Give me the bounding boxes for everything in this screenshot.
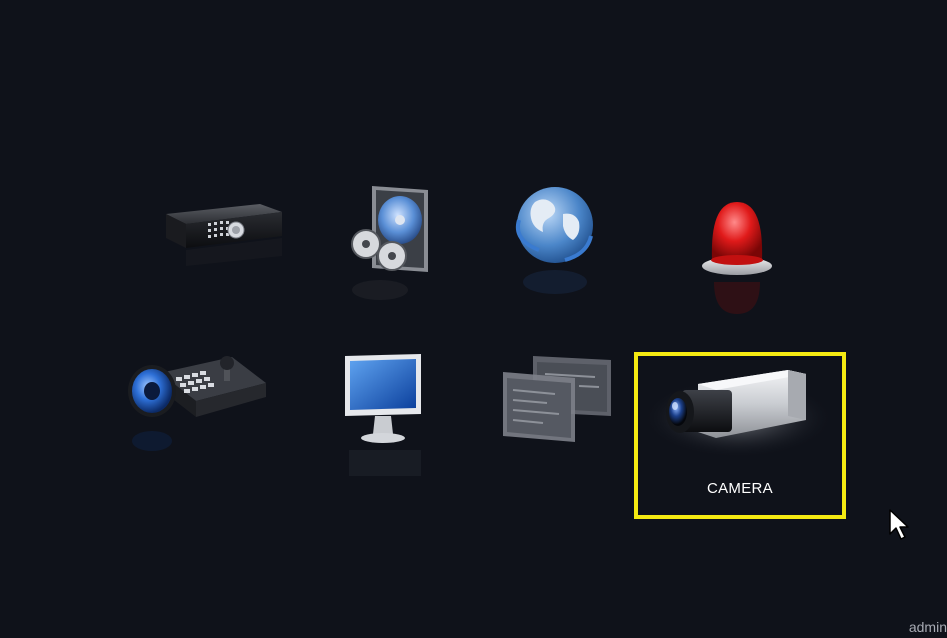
menu-item-camera[interactable]: CAMERA	[634, 352, 846, 519]
menu-item-system[interactable]	[495, 350, 620, 460]
ptz-keyboard-icon	[128, 356, 266, 451]
menu-item-display[interactable]	[335, 350, 435, 480]
menu-item-alarm[interactable]	[690, 190, 785, 320]
camera-icon	[643, 370, 833, 458]
panels-icon	[503, 356, 611, 442]
mouse-cursor-icon	[889, 509, 909, 540]
menu-item-hdd[interactable]	[340, 180, 450, 310]
menu-item-record[interactable]	[150, 190, 295, 300]
menu-item-ptz[interactable]	[120, 345, 270, 460]
globe-network-icon	[516, 187, 593, 294]
user-label: admin	[908, 619, 947, 635]
monitor-icon	[345, 354, 421, 476]
dvr-recorder-icon	[166, 204, 282, 266]
hard-disk-icon	[351, 186, 428, 300]
menu-item-network[interactable]	[505, 180, 605, 305]
alarm-siren-icon	[702, 202, 772, 314]
camera-label: CAMERA	[707, 480, 773, 497]
